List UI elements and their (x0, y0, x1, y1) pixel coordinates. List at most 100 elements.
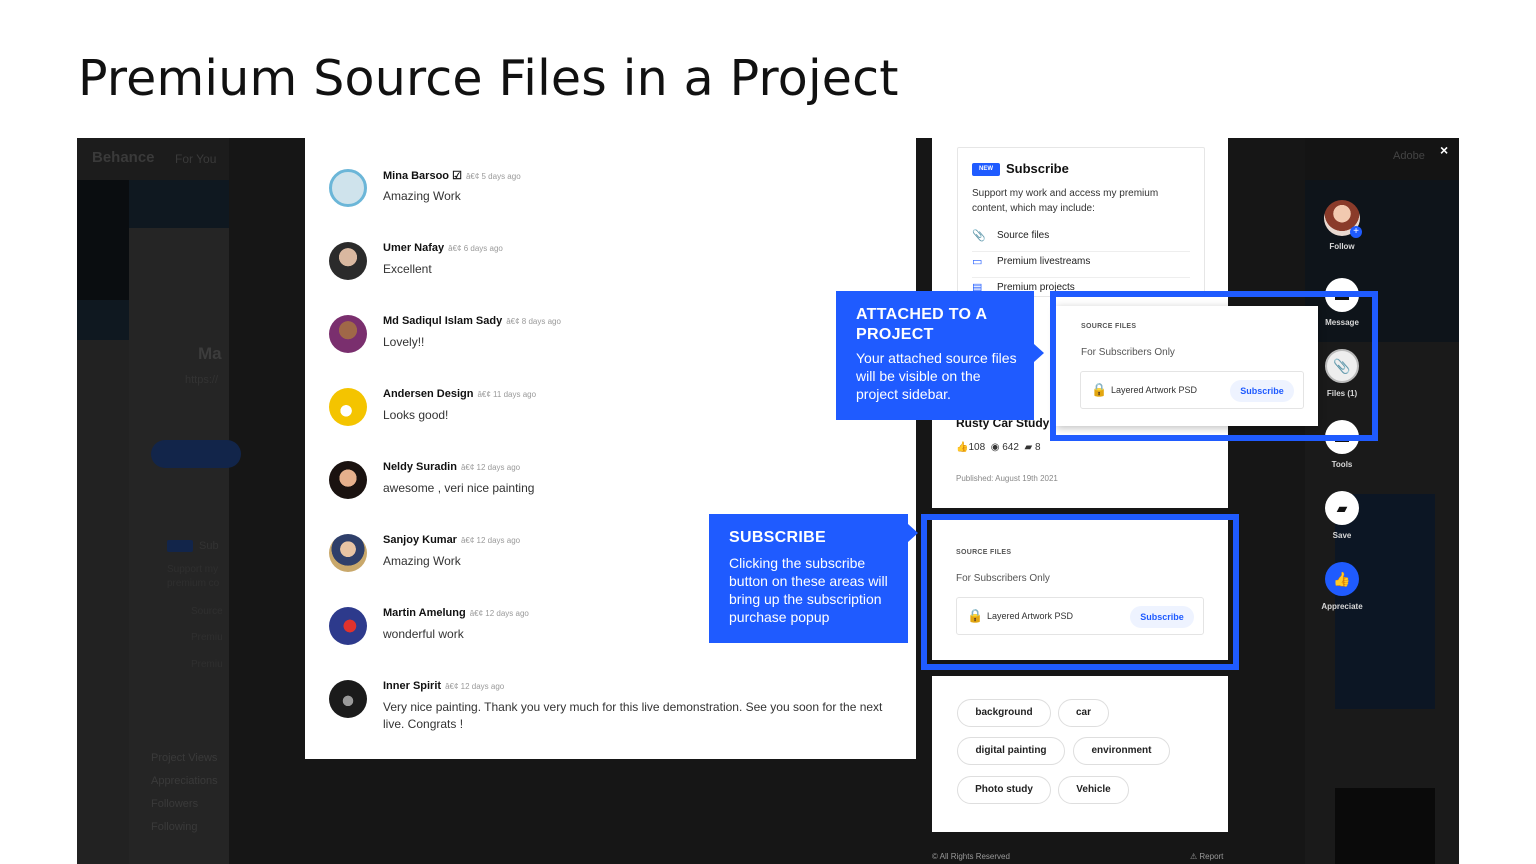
published-date: Published: August 19th 2021 (956, 474, 1058, 483)
comment-text: Amazing Work (383, 189, 461, 203)
comment-text: awesome , veri nice painting (383, 481, 535, 495)
tools-label: Tools (1331, 460, 1353, 469)
commenter-avatar[interactable] (329, 169, 367, 207)
copyright-text: © All Rights Reserved (932, 852, 1010, 861)
comment-meta: Umer Nafay â€¢ 6 days ago (383, 242, 503, 254)
background-subscribe-text: Sub (199, 540, 219, 552)
comment-time: â€¢ 12 days ago (445, 682, 505, 691)
callout-arrow (908, 524, 918, 542)
background-premium-1: Premiu (191, 632, 223, 643)
comment-text: Excellent (383, 262, 432, 276)
comment-meta: Neldy Suradin â€¢ 12 days ago (383, 461, 520, 473)
commenter-name[interactable]: Sanjoy Kumar (383, 534, 457, 546)
background-support-1: Support my (167, 564, 219, 575)
background-banner-shade (77, 180, 129, 300)
creator-avatar[interactable]: + (1324, 200, 1362, 238)
comments-panel: Mina Barsoo ☑ â€¢ 5 days ago Amazing Work… (305, 138, 916, 759)
background-stat: Appreciations (151, 775, 218, 787)
tag-chip[interactable]: background (957, 699, 1051, 727)
save-label: Save (1332, 531, 1352, 540)
follow-action[interactable]: + Follow (1312, 200, 1372, 251)
commenter-avatar[interactable] (329, 680, 367, 718)
callout-subscribe: SUBSCRIBE Clicking the subscribe button … (709, 514, 908, 643)
comment-text: Very nice painting. Thank you very much … (383, 700, 883, 731)
background-button (151, 440, 241, 468)
callout-title: PROJECT (856, 326, 934, 343)
comment-meta: Sanjoy Kumar â€¢ 12 days ago (383, 534, 520, 546)
background-name: Ma (198, 344, 222, 363)
comment-time: â€¢ 6 days ago (448, 244, 503, 253)
slide-title: Premium Source Files in a Project (78, 50, 899, 107)
comment-time: â€¢ 12 days ago (460, 463, 521, 472)
appreciate-label: Appreciate (1321, 602, 1363, 611)
commenter-avatar[interactable] (329, 388, 367, 426)
eye-icon: ◉ (990, 442, 1000, 453)
commenter-avatar[interactable] (329, 242, 367, 280)
background-premium-2: Premiu (191, 659, 223, 670)
subscribe-description: Support my work and access my premium co… (972, 188, 1159, 214)
background-right-topbar (1305, 138, 1459, 180)
callout-body: button on these areas will (729, 573, 888, 589)
behance-logo: Behance (92, 149, 155, 166)
comment-time: â€¢ 5 days ago (465, 172, 521, 181)
commenter-name[interactable]: Mina Barsoo ☑ (383, 170, 462, 182)
adobe-label: Adobe (1393, 150, 1425, 162)
perk-livestreams: ▭ Premium livestreams (972, 252, 1190, 278)
commenter-avatar[interactable] (329, 315, 367, 353)
save-action[interactable]: ▰ Save (1312, 491, 1372, 540)
highlight-frame (1050, 291, 1378, 441)
callout-attached: ATTACHED TO A PROJECT Your attached sour… (836, 291, 1034, 420)
callout-body: Clicking the subscribe (729, 555, 866, 571)
report-link[interactable]: ⚠ Report (1190, 852, 1223, 861)
tag-chip[interactable]: Vehicle (1058, 776, 1129, 804)
tag-chip[interactable]: Photo study (957, 776, 1051, 804)
comment-meta: Md Sadiqul Islam Sady â€¢ 8 days ago (383, 315, 561, 327)
comment-time: â€¢ 12 days ago (460, 536, 521, 545)
commenter-name[interactable]: Andersen Design (383, 388, 473, 400)
callout-body: purchase popup (729, 609, 830, 625)
perk-source-files: 📎 Source files (972, 226, 1190, 252)
callout-title: SUBSCRIBE (729, 529, 826, 546)
view-count: 642 (1002, 442, 1019, 453)
nav-for-you: For You (175, 152, 217, 166)
appreciate-action[interactable]: 👍 Appreciate (1312, 562, 1372, 611)
background-page-left: Behance For You Ma https:// Sub Support … (77, 138, 241, 864)
comment-meta: Inner Spirit â€¢ 12 days ago (383, 680, 504, 692)
perk-label: Source files (997, 230, 1050, 241)
comment-time: â€¢ 12 days ago (469, 609, 529, 618)
comment-text: Looks good! (383, 408, 449, 422)
commenter-name[interactable]: Neldy Suradin (383, 461, 457, 473)
follow-label: Follow (1329, 242, 1355, 251)
video-icon: ▭ (972, 256, 983, 268)
commenter-name[interactable]: Inner Spirit (383, 680, 441, 692)
commenter-name[interactable]: Md Sadiqul Islam Sady (383, 315, 502, 327)
appreciation-count: 108 (968, 442, 986, 453)
folder-icon[interactable]: ▰ (1325, 491, 1359, 525)
tag-chip[interactable]: environment (1073, 737, 1170, 765)
comment-time: â€¢ 8 days ago (506, 317, 561, 326)
paperclip-icon: 📎 (972, 230, 986, 242)
callout-title: ATTACHED TO A (856, 306, 988, 323)
comment-time: â€¢ 11 days ago (477, 390, 537, 399)
thumbs-up-icon[interactable]: 👍 (1325, 562, 1359, 596)
commenter-avatar[interactable] (329, 534, 367, 572)
thumbs-up-icon: 👍 (956, 442, 969, 453)
perk-label: Premium livestreams (997, 256, 1091, 267)
background-new-badge (167, 540, 193, 553)
comment-meta: Martin Amelung â€¢ 12 days ago (383, 607, 529, 619)
comment-count: 8 (1034, 442, 1041, 453)
callout-arrow (1034, 344, 1044, 362)
commenter-avatar[interactable] (329, 607, 367, 645)
commenter-name[interactable]: Martin Amelung (383, 607, 466, 619)
plus-icon: + (1350, 226, 1362, 238)
tag-chip[interactable]: digital painting (957, 737, 1065, 765)
comment-meta: Mina Barsoo ☑ â€¢ 5 days ago (383, 169, 521, 182)
commenter-name[interactable]: Umer Nafay (383, 242, 444, 254)
background-stat: Following (151, 821, 198, 833)
commenter-avatar[interactable] (329, 461, 367, 499)
background-support-2: premium co (167, 578, 220, 589)
close-icon[interactable]: × (1440, 142, 1448, 158)
callout-body: will be visible on the (856, 368, 981, 384)
project-stats: 👍108 ◉ 642 ▰ 8 (956, 442, 1041, 453)
tag-chip[interactable]: car (1058, 699, 1109, 727)
